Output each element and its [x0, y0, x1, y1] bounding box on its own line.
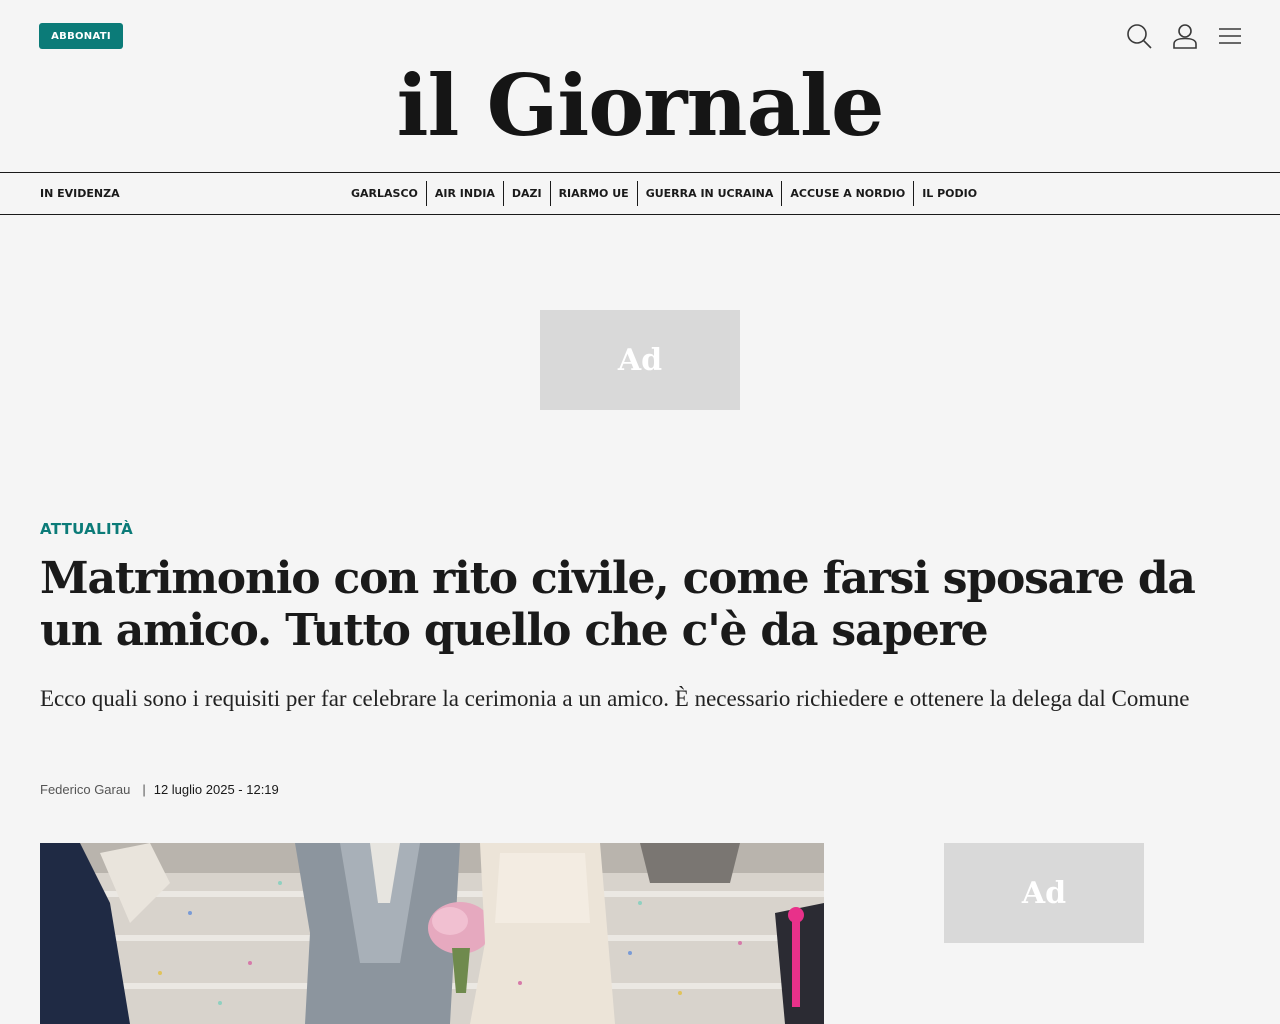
article-category[interactable]: ATTUALITÀ: [40, 520, 133, 538]
menu-icon[interactable]: [1216, 22, 1244, 50]
publish-date: 12 luglio 2025 - 12:19: [153, 781, 279, 797]
search-icon[interactable]: [1125, 22, 1153, 50]
top-ad-placeholder[interactable]: Ad: [540, 310, 740, 410]
site-logo[interactable]: il Giornale: [0, 56, 1280, 156]
topic-nav-list: GARLASCO AIR INDIA DAZI RIARMO UE GUERRA…: [343, 181, 985, 206]
nav-item-il-podio[interactable]: IL PODIO: [913, 181, 985, 206]
site-header: ABBONATI il Giornale: [0, 0, 1280, 172]
article-headline: Matrimonio con rito civile, come farsi s…: [40, 553, 1196, 656]
nav-highlight-label: IN EVIDENZA: [40, 187, 120, 200]
subscribe-button[interactable]: ABBONATI: [39, 23, 123, 49]
side-ad-placeholder[interactable]: Ad: [944, 843, 1144, 943]
article-byline: Federico Garau | 12 luglio 2025 - 12:19: [40, 779, 279, 799]
byline-separator: |: [142, 781, 146, 797]
topic-navbar: IN EVIDENZA GARLASCO AIR INDIA DAZI RIAR…: [0, 172, 1280, 215]
article-subtitle: Ecco quali sono i requisiti per far cele…: [40, 686, 1190, 711]
nav-item-garlasco[interactable]: GARLASCO: [343, 181, 426, 206]
nav-item-air-india[interactable]: AIR INDIA: [425, 181, 503, 206]
nav-item-riarmo-ue[interactable]: RIARMO UE: [549, 181, 637, 206]
nav-item-dazi[interactable]: DAZI: [502, 181, 550, 206]
author-link[interactable]: Federico Garau: [40, 782, 130, 797]
user-icon[interactable]: [1171, 22, 1199, 50]
article-hero-image: [40, 843, 824, 1024]
nav-item-guerra-in-ucraina[interactable]: GUERRA IN UCRAINA: [636, 181, 782, 206]
nav-item-accuse-a-nordio[interactable]: ACCUSE A NORDIO: [781, 181, 913, 206]
